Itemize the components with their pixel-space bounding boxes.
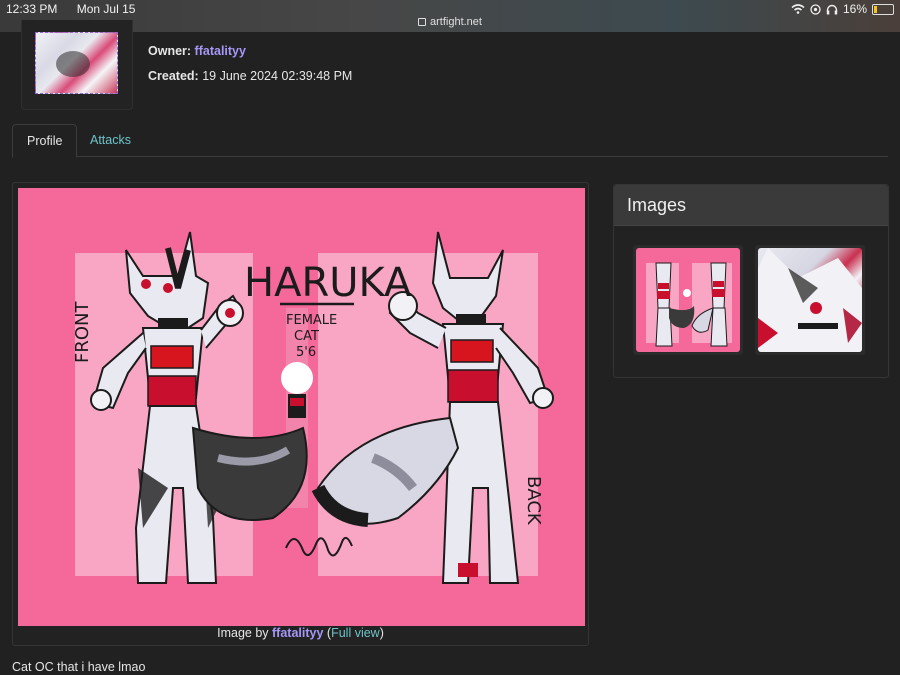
sheet-subtitle-2: CAT [294,329,319,344]
reference-sheet-art: HARUKA FEMALE CAT 5'6 FRONT BACK [72,231,554,584]
sheet-subtitle-1: FEMALE [286,313,337,328]
created-label: Created: [148,69,199,83]
full-view-link[interactable]: Full view [331,626,380,640]
owner-label: Owner: [148,44,192,58]
address-bar[interactable]: artfight.net [0,16,900,28]
image-caption: Image by ffatalityy (Full view) [13,626,588,640]
created-date: 19 June 2024 02:39:48 PM [202,69,353,83]
reference-sheet-image[interactable]: HARUKA FEMALE CAT 5'6 FRONT BACK [18,188,585,626]
thumbnail-2-image [758,248,862,352]
profile-tabs: Profile Attacks [12,124,888,158]
created-line: Created: 19 June 2024 02:39:48 PM [148,69,352,83]
owner-link[interactable]: ffatalityy [195,44,246,58]
caption-owner-link[interactable]: ffatalityy [272,626,323,640]
battery-icon [872,3,894,15]
images-panel-header: Images [614,185,888,226]
owner-line: Owner: ffatalityy [148,44,246,58]
location-icon [810,3,821,15]
sheet-title: HARUKA [244,260,412,306]
caption-prefix: Image by [217,626,269,640]
status-indicators: 16% [791,2,894,16]
sheet-back-label: BACK [523,476,544,526]
status-date: Mon Jul 15 [76,2,136,16]
character-avatar-card [21,20,133,110]
images-panel: Images [613,184,889,378]
headphones-icon [826,4,838,14]
lock-icon [418,18,426,27]
main-image-panel: HARUKA FEMALE CAT 5'6 FRONT BACK Image b… [12,182,589,646]
caption-close-paren: ) [379,626,384,640]
tab-attacks[interactable]: Attacks [76,124,145,156]
sheet-subtitle-3: 5'6 [296,345,316,360]
character-description: Cat OC that i have lmao [12,660,146,674]
status-time-date: 12:33 PM Mon Jul 15 [6,2,151,16]
sheet-front-label: FRONT [72,301,93,363]
thumbnail-1-image [636,248,740,352]
image-thumbnail-1[interactable] [633,245,743,355]
tab-profile[interactable]: Profile [12,124,78,158]
url-text: artfight.net [430,16,482,28]
wifi-icon [791,4,805,14]
status-time: 12:33 PM [6,2,58,16]
battery-percent: 16% [842,2,867,16]
image-thumbnail-2[interactable] [755,245,865,355]
ios-status-bar: 12:33 PM Mon Jul 15 artfight.net 16% [0,0,900,32]
images-panel-title: Images [627,195,687,215]
character-avatar[interactable] [35,32,118,94]
